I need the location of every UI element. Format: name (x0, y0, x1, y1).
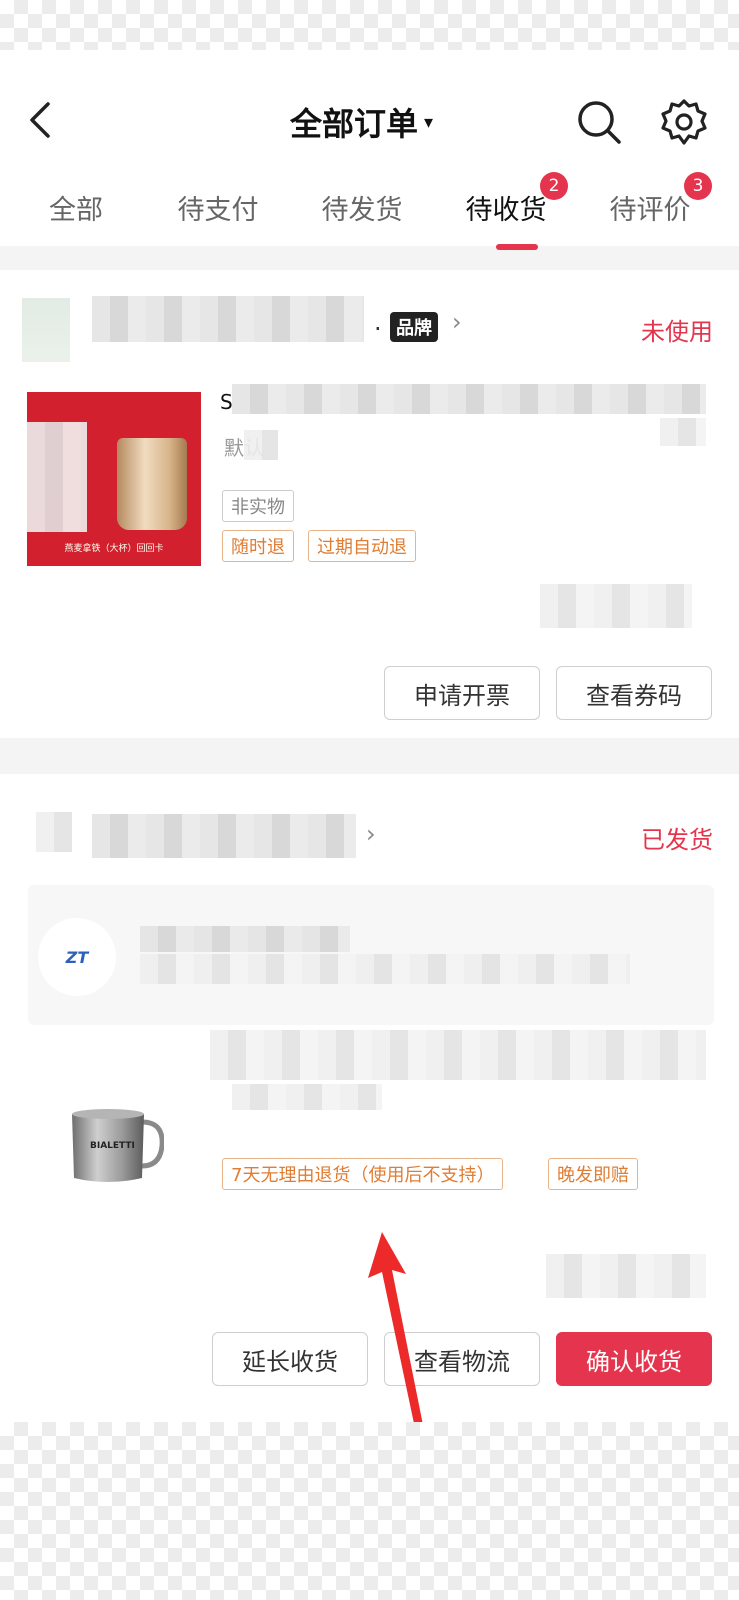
shop-name-redacted[interactable] (92, 814, 356, 858)
mug-brand-text: BIALETTI (90, 1141, 135, 1151)
product-title-redacted[interactable] (210, 1030, 706, 1080)
button-label: 确认收货 (586, 1347, 682, 1376)
request-invoice-button[interactable]: 申请开票 (384, 666, 540, 720)
latte-cup-image (117, 438, 187, 530)
extend-receipt-button[interactable]: 延长收货 (212, 1332, 368, 1386)
active-tab-indicator (496, 244, 538, 250)
shop-name-dot: . (374, 308, 382, 336)
tab-label: 待支付 (177, 195, 259, 226)
logistics-text-redacted-2 (140, 954, 630, 984)
tag-7-day-return: 7天无理由退货（使用后不支持） (222, 1158, 504, 1190)
back-arrow-icon[interactable] (22, 100, 58, 140)
tag-auto-refund-expired: 过期自动退 (308, 530, 416, 562)
spec-redaction (244, 430, 278, 460)
button-label: 查看券码 (586, 681, 682, 710)
logistics-logo: ZT (38, 918, 116, 996)
tab-badge: 3 (684, 172, 712, 200)
tab-badge: 2 (540, 172, 568, 200)
tab-all[interactable]: 全部 (16, 188, 136, 227)
product-title-start: S (220, 390, 233, 414)
chevron-down-icon: ▾ (424, 111, 434, 133)
tab-pending-payment[interactable]: 待支付 (158, 188, 278, 227)
search-icon[interactable] (576, 98, 622, 146)
chevron-right-icon[interactable]: › (452, 308, 462, 336)
tab-pending-receipt[interactable]: 待收货 2 (446, 172, 568, 227)
button-label: 延长收货 (242, 1347, 338, 1376)
shop-name-redacted[interactable] (92, 296, 364, 342)
chevron-right-icon[interactable]: › (366, 820, 376, 848)
tab-label: 待发货 (321, 195, 403, 226)
tab-label: 待评价 (609, 195, 691, 226)
tab-pending-review[interactable]: 待评价 3 (590, 172, 712, 227)
page-title-text: 全部订单 (290, 105, 419, 143)
view-coupon-code-button[interactable]: 查看券码 (556, 666, 712, 720)
brand-badge: 品牌 (390, 312, 438, 342)
confirm-receipt-button[interactable]: 确认收货 (556, 1332, 712, 1386)
page-title[interactable]: 全部订单 ▾ (290, 100, 433, 144)
tab-pending-shipment[interactable]: 待发货 (302, 188, 422, 227)
product-title-redacted-2 (660, 418, 706, 446)
logistics-text-redacted (140, 926, 350, 952)
order-status: 未使用 (641, 318, 713, 346)
gear-icon[interactable] (660, 98, 708, 146)
tag-refund-anytime: 随时退 (222, 530, 294, 562)
price-redacted (540, 584, 692, 628)
image-caption: 燕麦拿铁（大杯）回回卡 (64, 544, 164, 554)
tag-late-delivery-compensation: 晚发即赔 (548, 1158, 638, 1190)
tab-label: 待收货 (465, 195, 547, 226)
bottom-placeholder (0, 1422, 739, 1600)
shop-avatar (22, 298, 70, 362)
product-image[interactable]: 燕麦拿铁（大杯）回回卡 (27, 392, 201, 566)
order-status: 已发货 (641, 826, 713, 854)
tab-label: 全部 (49, 195, 103, 226)
button-label: 申请开票 (414, 681, 510, 710)
status-bar-placeholder (0, 0, 739, 50)
price-redacted (546, 1254, 706, 1298)
image-redaction (27, 422, 87, 532)
product-title-redacted-2 (232, 1084, 382, 1110)
shop-avatar (36, 812, 72, 852)
product-title-redacted[interactable] (232, 384, 706, 414)
tag-non-physical: 非实物 (222, 490, 294, 522)
product-image[interactable]: BIALETTI (68, 1104, 164, 1186)
order-tabs: 全部 待支付 待发货 待收货 2 待评价 3 (0, 172, 739, 246)
